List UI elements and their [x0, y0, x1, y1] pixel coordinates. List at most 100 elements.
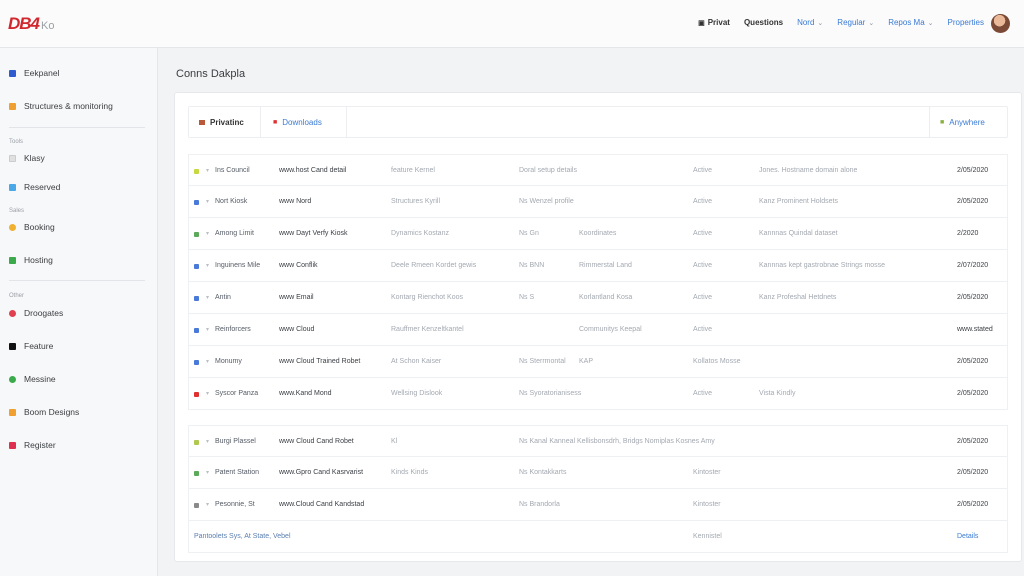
- checkbox-icon[interactable]: ▾: [206, 390, 209, 397]
- tab-privatinc[interactable]: Privatinc: [189, 107, 261, 137]
- calendar-icon: [9, 183, 16, 191]
- cell-c4: Ns Syoratorianisess: [519, 390, 582, 397]
- cell-c5: Koordinates: [579, 230, 617, 237]
- checkbox-icon[interactable]: ▾: [206, 358, 209, 365]
- cell-name: Ins Council: [215, 167, 250, 174]
- table-row[interactable]: ▾ Nort Kiosk www Nord Structures Kyrill Ns W…: [188, 186, 1008, 218]
- sidebar-section-title: Other: [9, 293, 25, 299]
- avatar[interactable]: [991, 14, 1010, 33]
- details-link[interactable]: Details: [957, 533, 978, 540]
- pencil-icon: [9, 102, 16, 110]
- table-row[interactable]: ▾ Reinforcers www Cloud Rauffmer Kenzeltkan…: [188, 314, 1008, 346]
- cell-c4: Ns Brandorla: [519, 501, 560, 508]
- sidebar-divider: [9, 127, 145, 128]
- nav-label: Regular: [837, 18, 866, 27]
- cell-date: 2/05/2020: [957, 167, 989, 174]
- sidebar-item-feature[interactable]: Feature: [9, 341, 53, 351]
- cell-owner: www Nord: [279, 198, 312, 205]
- cell-name: Pesonnie, St: [215, 501, 255, 508]
- sidebar-item-label: Klasy: [24, 153, 45, 163]
- checkbox-icon[interactable]: ▾: [206, 262, 209, 269]
- cell-date: 2/2020: [957, 230, 979, 237]
- sidebar-section-title: Sales: [9, 208, 25, 214]
- page-title: Conns Dakpla: [176, 68, 246, 80]
- cell-owner: www Email: [279, 294, 314, 301]
- nav-item-questions[interactable]: Questions: [744, 18, 783, 27]
- tab-bar: Privatinc ■ Downloads ■ Anywhere: [188, 106, 1008, 138]
- checkbox-icon[interactable]: ▾: [206, 326, 209, 333]
- nav-label: Questions: [743, 18, 784, 27]
- footer-left-text: Pantoolets Sys, At State, Vebel: [194, 533, 291, 540]
- chevron-down-icon: ⌄: [868, 19, 875, 27]
- nav-label: Nord: [797, 18, 815, 27]
- table-row[interactable]: ▾ Syscor Panza www.Kand Mond Wellsing Dislo…: [188, 378, 1008, 410]
- status-square-icon: [194, 232, 199, 237]
- tab-anywhere[interactable]: ■ Anywhere: [929, 107, 1007, 137]
- tab-label: Privatinc: [210, 117, 244, 127]
- sidebar-item-booking[interactable]: Booking: [9, 222, 55, 232]
- tab-downloads[interactable]: ■ Downloads: [263, 107, 347, 137]
- cell-c6: Kollatos Mosse: [693, 358, 741, 365]
- cell-c6: Active: [693, 326, 713, 333]
- logo-brand: DB4: [8, 14, 40, 33]
- sidebar-item-eekpanel[interactable]: Eekpanel: [9, 68, 59, 78]
- cell-c3: Structures Kyrill: [391, 198, 441, 205]
- table-row[interactable]: ▾ Antin www Email Kontarg Rienchot Koos Ns S…: [188, 282, 1008, 314]
- sidebar-item-boom-designs[interactable]: Boom Designs: [9, 407, 79, 417]
- checkbox-icon[interactable]: ▾: [206, 438, 209, 445]
- square-icon: [9, 69, 16, 77]
- cell-c7: Jones. Hostname domain alone: [759, 167, 858, 174]
- sidebar-item-messine[interactable]: Messine: [9, 374, 56, 384]
- cell-name: Among Limit: [215, 230, 254, 237]
- checkbox-icon[interactable]: ▾: [206, 294, 209, 301]
- filter-icon: ■: [940, 118, 945, 126]
- checkbox-icon[interactable]: ▾: [206, 501, 209, 508]
- cell-date: www.stated: [957, 326, 993, 333]
- sidebar-item-reserved[interactable]: Reserved: [9, 182, 60, 192]
- nav-item-properties[interactable]: Properties: [948, 18, 984, 27]
- cell-c4: Ns Gn: [519, 230, 539, 237]
- cell-c7: Kanz Prominent Holdsets: [759, 198, 838, 205]
- table-row[interactable]: ▾ Patent Station www.Gpro Cand Kasrvarist K…: [188, 457, 1008, 489]
- logo[interactable]: DB4 Ko: [8, 14, 54, 34]
- cell-c4: Ns BNN: [519, 262, 545, 269]
- sidebar-item-label: Hosting: [24, 255, 53, 265]
- cell-c7: Kanz Profeshal Hetdnets: [759, 294, 837, 301]
- cell-c6: Active: [693, 390, 713, 397]
- checkbox-icon[interactable]: ▾: [206, 230, 209, 237]
- flag-icon: [9, 441, 16, 449]
- sidebar-item-label: Booking: [24, 222, 55, 232]
- checkbox-icon[interactable]: ▾: [206, 167, 209, 174]
- cell-owner: www Cloud Cand Robet: [279, 438, 354, 445]
- cell-owner: www Cloud Trained Robet: [279, 358, 361, 365]
- nav-item-regular[interactable]: Regular ⌄: [837, 18, 874, 27]
- cell-c3: Wellsing Dislook: [391, 390, 443, 397]
- sidebar-item-register[interactable]: Register: [9, 440, 56, 450]
- table-row[interactable]: ▾ Inguinens Mile www Conflik Deele Rmeen Ko…: [188, 250, 1008, 282]
- cell-name: Burgi Plassel: [215, 438, 256, 445]
- sidebar-item-hosting[interactable]: Hosting: [9, 255, 53, 265]
- cell-date: 2/05/2020: [957, 501, 989, 508]
- cell-c4: Ns S: [519, 294, 535, 301]
- sidebar-item-structures[interactable]: Structures & monitoring: [9, 101, 113, 111]
- table-row[interactable]: ▾ Monumy www Cloud Trained Robet At Schon K…: [188, 346, 1008, 378]
- logo-sub: Ko: [41, 20, 55, 32]
- table-row[interactable]: ▾ Burgi Plassel www Cloud Cand Robet Kl Ns K…: [188, 425, 1008, 457]
- sidebar-item-droogates[interactable]: Droogates: [9, 308, 63, 318]
- cell-c5: Rimmerstal Land: [579, 262, 632, 269]
- checkbox-icon[interactable]: ▾: [206, 469, 209, 476]
- top-nav: ▣ Privat Questions Nord ⌄ Regular ⌄ Repos M…: [698, 18, 984, 27]
- sidebar-item-label: Messine: [24, 374, 56, 384]
- nav-item-repos[interactable]: Repos Ma ⌄: [888, 18, 933, 27]
- sidebar-item-klasy[interactable]: Klasy: [9, 153, 45, 163]
- cell-c5: KAP: [579, 358, 594, 365]
- table-row[interactable]: ▾ Pesonnie, St www.Cloud Cand Kandstad Ns B…: [188, 489, 1008, 521]
- table-row[interactable]: ▾ Ins Council www.host Cand detail feature …: [188, 154, 1008, 186]
- table-row[interactable]: ▾ Among Limit www Dayt Verfy Kiosk Dynamics…: [188, 218, 1008, 250]
- checkbox-icon[interactable]: ▾: [206, 198, 209, 205]
- nav-item-nord[interactable]: Nord ⌄: [797, 18, 823, 27]
- cell-owner: www.Kand Mond: [279, 390, 332, 397]
- cell-date: 2/05/2020: [957, 390, 989, 397]
- nav-item-privat[interactable]: ▣ Privat: [698, 18, 730, 27]
- nav-label: Privat: [707, 18, 730, 27]
